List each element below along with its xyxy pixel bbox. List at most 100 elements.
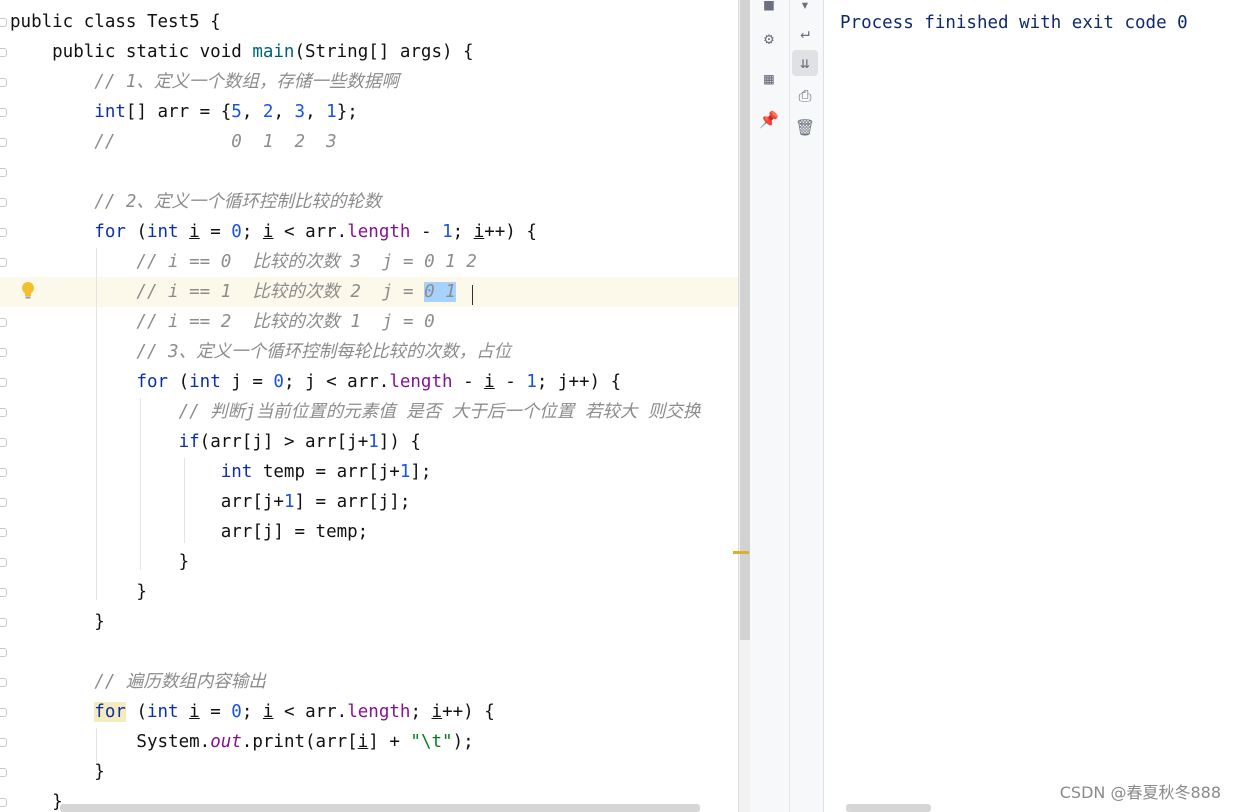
layout-icon[interactable]: ▦ <box>756 66 782 92</box>
code-token: ] + <box>368 732 411 752</box>
code-token: } <box>10 762 105 782</box>
code-token: for <box>94 222 126 242</box>
code-line[interactable] <box>0 637 10 667</box>
code-line-current[interactable]: // i == 1 比较的次数 2 j = 0 1 <box>0 277 738 307</box>
code-token: 5 <box>231 102 242 122</box>
code-line[interactable]: for (int i = 0; i < arr.length; i++) { <box>0 697 495 727</box>
code-line[interactable]: // i == 2 比较的次数 1 j = 0 <box>0 307 435 337</box>
vertical-scrollbar[interactable] <box>733 0 750 812</box>
code-token: // 判断j当前位置的元素值 是否 大于后一个位置 若较大 则交换 <box>10 402 701 422</box>
code-line[interactable]: for (int i = 0; i < arr.length - 1; i++)… <box>0 217 537 247</box>
code-token: 1 <box>526 372 537 392</box>
code-line[interactable]: int[] arr = {5, 2, 3, 1}; <box>0 97 357 127</box>
code-editor[interactable]: public class Test5 { public static void … <box>0 0 738 812</box>
code-token: System. <box>10 732 211 752</box>
code-token: 1 <box>368 432 379 452</box>
code-token: ] = arr[j]; <box>294 492 411 512</box>
code-line[interactable]: for (int j = 0; j < arr.length - i - 1; … <box>0 367 621 397</box>
code-token: (String[] args) { <box>294 42 474 62</box>
code-token: j = <box>220 372 274 392</box>
code-line[interactable]: // i == 0 比较的次数 3 j = 0 1 2 <box>0 247 476 277</box>
code-token: length <box>389 372 453 392</box>
code-line[interactable] <box>0 157 10 187</box>
code-token: - <box>494 372 527 392</box>
code-token: int <box>220 462 253 482</box>
code-token: 0 <box>273 372 284 392</box>
code-line[interactable]: } <box>0 577 147 607</box>
code-token: public class Test5 { <box>10 12 221 32</box>
code-line[interactable]: } <box>0 607 105 637</box>
lightbulb-icon[interactable] <box>21 281 35 300</box>
code-token: for <box>136 372 169 392</box>
code-line[interactable]: // 判断j当前位置的元素值 是否 大于后一个位置 若较大 则交换 <box>0 397 701 427</box>
code-token: , <box>273 102 295 122</box>
code-token: arr[j] = temp; <box>10 522 369 542</box>
code-line[interactable]: } <box>0 757 105 787</box>
code-token: main <box>252 42 295 62</box>
pin-icon[interactable]: 📌 <box>756 107 782 133</box>
code-token: i <box>484 372 495 392</box>
code-token: "\t" <box>410 732 453 752</box>
debug-settings-icon[interactable]: ⚙ <box>756 26 782 52</box>
code-token: ; <box>410 702 432 722</box>
trash-icon[interactable]: 🗑 <box>792 115 818 141</box>
code-token: 0 <box>231 222 242 242</box>
code-line[interactable]: public class Test5 { <box>0 7 221 37</box>
code-token: // 2、定义一个循环控制比较的轮数 <box>10 192 382 212</box>
soft-wrap-icon[interactable]: ↵ <box>792 20 818 46</box>
horizontal-scrollbar[interactable] <box>60 804 700 812</box>
code-token: 2 <box>262 102 274 122</box>
code-token: } <box>10 612 105 632</box>
indent-guide <box>140 398 141 570</box>
code-line[interactable]: // 2、定义一个循环控制比较的轮数 <box>0 187 381 217</box>
scroll-down-icon[interactable]: ▾ <box>792 0 818 18</box>
console-horizontal-scrollbar[interactable] <box>846 804 931 812</box>
code-line[interactable]: public static void main(String[] args) { <box>0 37 474 67</box>
code-token: public static void <box>10 42 253 62</box>
indent-guide <box>184 458 185 543</box>
stop-icon[interactable]: ■ <box>756 0 782 18</box>
print-icon[interactable]: ⎙ <box>792 83 818 109</box>
code-line[interactable]: } <box>0 547 190 577</box>
code-token: ; <box>241 702 263 722</box>
code-token: 0 <box>231 702 242 722</box>
warning-marker[interactable] <box>733 551 749 554</box>
code-token: // i == 1 比较的次数 2 j = <box>10 282 425 302</box>
code-token: length <box>347 222 411 242</box>
code-token: int <box>94 102 126 122</box>
code-line[interactable]: // 1、定义一个数组，存储一些数据啊 <box>0 67 399 97</box>
code-token: < arr. <box>273 222 348 242</box>
console-panel[interactable]: Process finished with exit code 0 <box>824 0 1235 812</box>
code-token: arr[j+ <box>10 492 284 512</box>
code-line[interactable]: arr[j+1] = arr[j]; <box>0 487 411 517</box>
code-token: i <box>357 732 369 752</box>
code-token: 1 <box>442 222 453 242</box>
console-output: Process finished with exit code 0 <box>840 13 1188 33</box>
code-line[interactable]: if(arr[j] > arr[j+1]) { <box>0 427 421 457</box>
code-token: // i == 2 比较的次数 1 j = 0 <box>10 312 435 332</box>
code-line[interactable]: // 3、定义一个循环控制每轮比较的次数，占位 <box>0 337 511 367</box>
scroll-to-end-icon[interactable]: ⇊ <box>792 50 818 76</box>
code-token: ); <box>452 732 474 752</box>
code-line[interactable]: } <box>0 787 63 812</box>
code-token: i <box>189 222 200 242</box>
code-token: = <box>199 222 232 242</box>
code-line[interactable]: // 0 1 2 3 <box>0 127 336 157</box>
code-token: ( <box>168 372 190 392</box>
toolbar-separator <box>789 0 790 812</box>
code-line[interactable]: // 遍历数组内容输出 <box>0 667 266 697</box>
scrollbar-thumb[interactable] <box>740 0 750 640</box>
watermark: CSDN @春夏秋冬888 <box>1059 783 1221 802</box>
code-token: (arr[j] > arr[j+ <box>199 432 369 452</box>
code-token: , <box>305 102 327 122</box>
code-line[interactable]: int temp = arr[j+1]; <box>0 457 432 487</box>
code-token: if <box>178 432 200 452</box>
code-token: ( <box>125 702 147 722</box>
code-line[interactable]: System.out.print(arr[i] + "\t"); <box>0 727 474 757</box>
